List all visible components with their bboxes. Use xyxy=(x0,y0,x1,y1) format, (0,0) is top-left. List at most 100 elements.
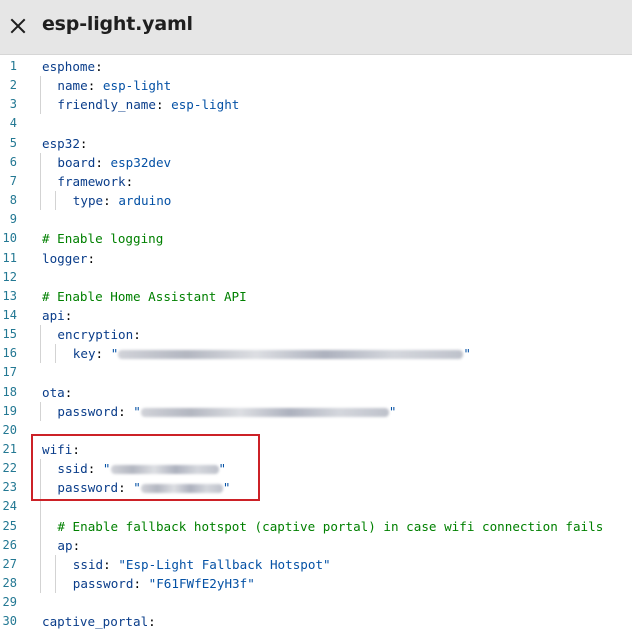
yaml-key: type xyxy=(72,193,104,209)
yaml-value: esp-light xyxy=(171,97,240,113)
yaml-value: esp-light xyxy=(102,78,172,94)
code-comment: # Enable Home Assistant API xyxy=(42,288,247,304)
quote-close: " xyxy=(388,403,397,419)
code-editor[interactable]: 1 esphome: 2 name: esp-light 3 friendly_name:… xyxy=(0,55,632,635)
line-number: 9 xyxy=(9,212,17,227)
code-line[interactable]: 18 ota: xyxy=(0,383,632,402)
code-line[interactable]: 6 board: esp32dev xyxy=(0,153,632,172)
line-number: 7 xyxy=(9,173,17,188)
code-line[interactable]: 8 type: arduino xyxy=(0,191,632,210)
yaml-key: password xyxy=(72,576,134,592)
yaml-separator: : xyxy=(87,78,103,94)
yaml-key: name xyxy=(57,78,88,94)
code-line[interactable]: 3 friendly_name: esp-light xyxy=(0,95,632,114)
code-text: # Enable fallback hotspot (captive porta… xyxy=(57,517,603,536)
yaml-separator: : xyxy=(72,537,81,553)
indent-guide xyxy=(55,191,57,211)
line-number: 15 xyxy=(2,327,17,342)
indent-guide xyxy=(40,325,41,364)
indent-guide xyxy=(40,76,41,115)
code-line[interactable]: 31 xyxy=(0,632,632,635)
yaml-separator: : xyxy=(125,173,134,189)
yaml-separator: : xyxy=(64,384,73,400)
line-number: 27 xyxy=(2,556,17,571)
code-text: ssid: "Esp-Light Fallback Hotspot" xyxy=(73,555,331,574)
redacted-value xyxy=(140,407,389,417)
line-number: 5 xyxy=(9,135,17,150)
code-line[interactable]: 1 esphome: xyxy=(0,57,632,76)
code-text: esphome: xyxy=(42,57,103,76)
line-number: 30 xyxy=(2,614,17,629)
indent-guide xyxy=(55,554,57,594)
redacted-value xyxy=(118,350,464,360)
code-line[interactable]: 4 xyxy=(0,114,632,133)
yaml-separator: : xyxy=(79,135,88,151)
close-button[interactable] xyxy=(6,14,30,38)
yaml-separator: : xyxy=(87,250,96,266)
code-line[interactable]: 12 xyxy=(0,268,632,287)
yaml-key: ap xyxy=(57,537,73,553)
code-line[interactable]: 16 key: " " xyxy=(0,344,632,363)
yaml-key: api xyxy=(42,307,65,323)
line-number: 20 xyxy=(2,422,17,437)
code-line[interactable]: 14 api: xyxy=(0,306,632,325)
code-text: logger: xyxy=(42,249,95,268)
yaml-key: esphome xyxy=(42,59,96,74)
yaml-separator: : xyxy=(148,614,156,630)
yaml-separator: : xyxy=(95,346,111,362)
line-number: 6 xyxy=(9,154,17,169)
code-text: ap: xyxy=(57,536,80,555)
line-number: 14 xyxy=(2,307,17,322)
editor-header: esp-light.yaml xyxy=(0,0,632,55)
quote-open: " xyxy=(133,403,141,419)
close-icon xyxy=(10,18,26,34)
code-line[interactable]: 15 encryption: xyxy=(0,325,632,344)
line-number: 23 xyxy=(2,480,17,495)
code-line[interactable]: 11 logger: xyxy=(0,249,632,268)
yaml-value: esp32dev xyxy=(110,154,172,170)
code-line[interactable]: 19 password: " " xyxy=(0,402,632,421)
code-line[interactable]: 27 ssid: "Esp-Light Fallback Hotspot" xyxy=(0,555,632,574)
code-text: password: "F61FWfE2yH3f" xyxy=(73,574,255,593)
yaml-separator: : xyxy=(133,576,149,592)
code-line[interactable]: 13 # Enable Home Assistant API xyxy=(0,287,632,306)
code-line[interactable]: 10 # Enable logging xyxy=(0,229,632,248)
code-line[interactable]: 28 password: "F61FWfE2yH3f" xyxy=(0,574,632,593)
code-line[interactable]: 25 # Enable fallback hotspot (captive por… xyxy=(0,517,632,536)
yaml-separator: : xyxy=(64,307,73,323)
indent-guide xyxy=(40,401,41,421)
line-number: 3 xyxy=(9,97,17,112)
yaml-key: key xyxy=(72,346,96,362)
code-line[interactable]: 29 xyxy=(0,593,632,612)
line-number: 22 xyxy=(2,461,17,476)
quote-open: " xyxy=(110,346,119,362)
code-line[interactable]: 26 ap: xyxy=(0,536,632,555)
yaml-key: board xyxy=(57,154,96,170)
code-text: api: xyxy=(42,306,72,325)
code-line[interactable]: 5 esp32: xyxy=(0,134,632,153)
yaml-key: esp32 xyxy=(42,135,80,151)
line-number: 8 xyxy=(9,193,17,208)
line-number: 16 xyxy=(2,346,17,361)
code-text: name: esp-light xyxy=(57,76,171,95)
line-number: 19 xyxy=(2,403,17,418)
code-text: # Enable logging xyxy=(42,229,163,248)
code-line[interactable]: 17 xyxy=(0,363,632,382)
yaml-key: encryption xyxy=(57,327,134,343)
code-text: # Enable Home Assistant API xyxy=(42,287,247,306)
yaml-separator: : xyxy=(133,327,141,343)
yaml-separator: : xyxy=(155,97,172,113)
code-text: captive_portal: xyxy=(42,612,156,631)
yaml-key: ota xyxy=(42,384,65,400)
line-number: 29 xyxy=(2,595,17,610)
code-text: type: arduino xyxy=(73,191,172,210)
code-line[interactable]: 9 xyxy=(0,210,632,229)
yaml-separator: : xyxy=(103,556,119,572)
code-text: friendly_name: esp-light xyxy=(57,95,239,114)
code-line[interactable]: 30 captive_portal: xyxy=(0,612,632,631)
line-number: 26 xyxy=(2,537,17,552)
code-line[interactable]: 2 name: esp-light xyxy=(0,76,632,95)
line-number: 2 xyxy=(9,78,17,93)
code-text: board: esp32dev xyxy=(57,153,171,172)
code-line[interactable]: 7 framework: xyxy=(0,172,632,191)
